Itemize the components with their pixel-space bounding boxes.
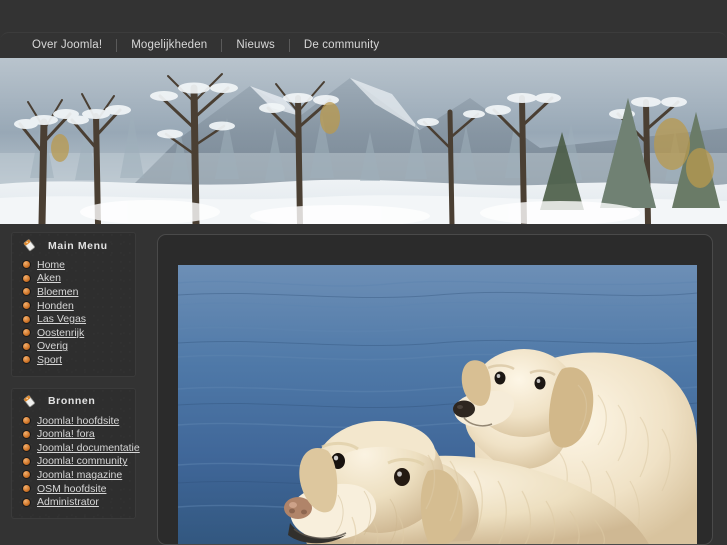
menu-link-las-vegas[interactable]: Las Vegas [37, 313, 86, 325]
bullet-icon [23, 417, 30, 425]
article-image [178, 265, 697, 544]
bullet-icon [23, 356, 30, 364]
menu-link-bloemen[interactable]: Bloemen [37, 286, 78, 298]
nav-link-nieuws[interactable]: Nieuws [222, 39, 289, 52]
bullet-icon [23, 261, 30, 269]
bronnen-link-joomla-community[interactable]: Joomla! community [37, 455, 127, 467]
banner-image [0, 58, 727, 224]
bullet-icon [23, 444, 30, 452]
list-item[interactable]: Joomla! community [23, 455, 135, 469]
top-navigation-list: Over Joomla! Mogelijkheden Nieuws De com… [0, 33, 727, 58]
tag-icon [23, 395, 36, 408]
bronnen-link-joomla-hoofdsite[interactable]: Joomla! hoofdsite [37, 415, 119, 427]
nav-link-mogelijkheden[interactable]: Mogelijkheden [117, 39, 221, 52]
nav-item-de-community[interactable]: De community [288, 39, 393, 52]
bronnen-link-joomla-magazine[interactable]: Joomla! magazine [37, 469, 122, 481]
menu-link-sport[interactable]: Sport [37, 354, 62, 366]
sidebar: Main Menu Home Aken Bloemen Honden Las V… [11, 232, 140, 530]
bullet-icon [23, 288, 30, 296]
bronnen-list: Joomla! hoofdsite Joomla! fora Joomla! d… [12, 414, 140, 509]
main-menu-list: Home Aken Bloemen Honden Las Vegas Ooste… [12, 258, 135, 367]
page-root: Over Joomla! Mogelijkheden Nieuws De com… [0, 0, 727, 545]
bronnen-link-osm-hoofdsite[interactable]: OSM hoofdsite [37, 483, 106, 495]
nav-item-nieuws[interactable]: Nieuws [221, 39, 289, 52]
top-navigation: Over Joomla! Mogelijkheden Nieuws De com… [0, 32, 727, 58]
bullet-icon [23, 315, 30, 323]
list-item[interactable]: Overig [23, 340, 135, 354]
list-item[interactable]: Bloemen [23, 285, 135, 299]
module-bronnen: Bronnen Joomla! hoofdsite Joomla! fora J… [11, 387, 140, 519]
bullet-icon [23, 498, 30, 506]
bullet-icon [23, 329, 30, 337]
body-region: Main Menu Home Aken Bloemen Honden Las V… [0, 224, 727, 545]
bronnen-link-joomla-fora[interactable]: Joomla! fora [37, 428, 95, 440]
menu-link-overig[interactable]: Overig [37, 340, 68, 352]
menu-link-oostenrijk[interactable]: Oostenrijk [37, 327, 84, 339]
module-main-menu-title: Main Menu [48, 239, 108, 252]
bullet-icon [23, 342, 30, 350]
list-item[interactable]: Joomla! fora [23, 427, 135, 441]
module-bronnen-header: Bronnen [12, 389, 135, 414]
module-main-menu-header: Main Menu [12, 233, 135, 258]
nav-link-de-community[interactable]: De community [290, 39, 393, 52]
nav-link-over-joomla[interactable]: Over Joomla! [18, 39, 116, 52]
list-item[interactable]: OSM hoofdsite [23, 482, 135, 496]
nav-item-over-joomla[interactable]: Over Joomla! [18, 39, 116, 52]
menu-link-home[interactable]: Home [37, 259, 65, 271]
list-item[interactable]: Joomla! hoofdsite [23, 414, 135, 428]
tag-icon [23, 239, 36, 252]
module-main-menu: Main Menu Home Aken Bloemen Honden Las V… [11, 232, 136, 377]
content-panel [157, 234, 713, 545]
list-item[interactable]: Oostenrijk [23, 326, 135, 340]
list-item[interactable]: Home [23, 258, 135, 272]
module-bronnen-title: Bronnen [48, 395, 96, 408]
bronnen-link-administrator[interactable]: Administrator [37, 496, 99, 508]
bronnen-link-joomla-documentatie[interactable]: Joomla! documentatie [37, 442, 140, 454]
list-item[interactable]: Administrator [23, 495, 135, 509]
menu-link-aken[interactable]: Aken [37, 272, 61, 284]
bullet-icon [23, 457, 30, 465]
list-item[interactable]: Honden [23, 299, 135, 313]
list-item[interactable]: Sport [23, 353, 135, 367]
bullet-icon [23, 485, 30, 493]
list-item[interactable]: Las Vegas [23, 312, 135, 326]
list-item[interactable]: Joomla! documentatie [23, 441, 140, 455]
bullet-icon [23, 302, 30, 310]
bullet-icon [23, 471, 30, 479]
bullet-icon [23, 430, 30, 438]
nav-item-mogelijkheden[interactable]: Mogelijkheden [116, 39, 221, 52]
list-item[interactable]: Aken [23, 272, 135, 286]
list-item[interactable]: Joomla! magazine [23, 468, 135, 482]
menu-link-honden[interactable]: Honden [37, 300, 74, 312]
bullet-icon [23, 274, 30, 282]
